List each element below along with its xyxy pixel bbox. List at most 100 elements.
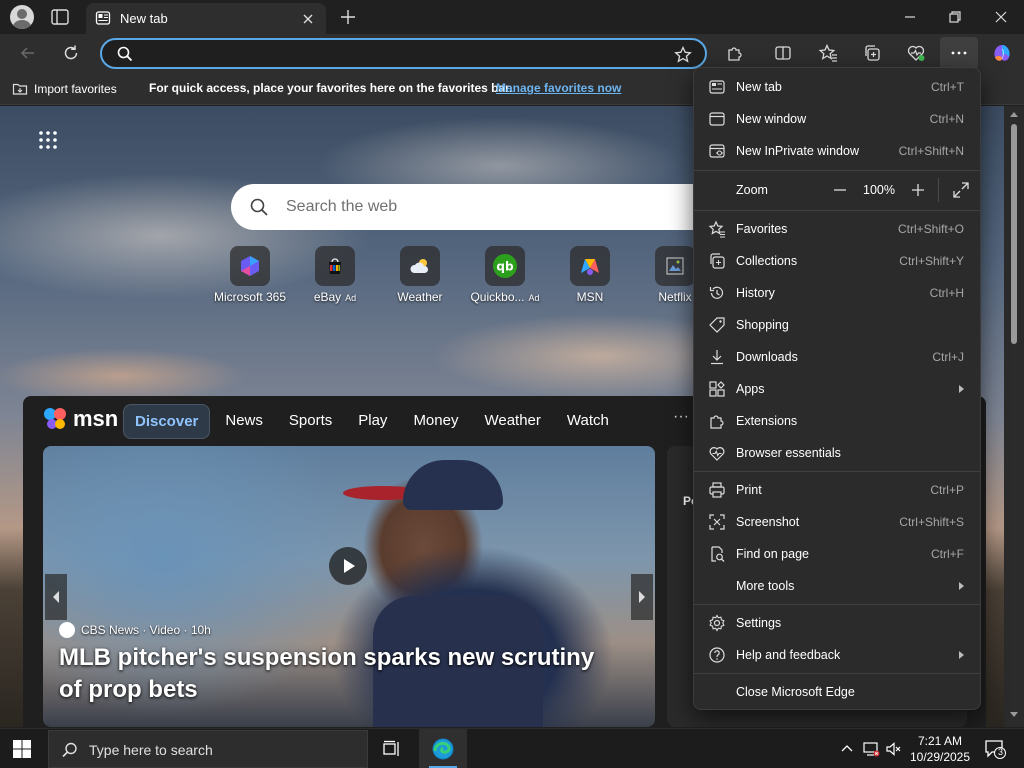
- tab-actions-icon[interactable]: [50, 8, 70, 26]
- scroll-up-arrow-icon[interactable]: [1010, 112, 1018, 117]
- msn-nav-money[interactable]: Money: [402, 404, 469, 439]
- restore-icon[interactable]: [946, 8, 964, 26]
- msn-nav: Discover News Sports Play Money Weather …: [123, 404, 620, 439]
- menu-item-print[interactable]: Print Ctrl+P: [698, 474, 976, 506]
- menu-separator: [694, 604, 980, 605]
- menu-item-more-tools[interactable]: More tools: [698, 570, 976, 602]
- copilot-icon[interactable]: [990, 41, 1014, 65]
- volume-muted-icon[interactable]: [884, 740, 902, 758]
- scroll-thumb[interactable]: [1011, 124, 1017, 344]
- menu-item-collections[interactable]: Collections Ctrl+Shift+Y: [698, 245, 976, 277]
- hero-image-cap: [403, 460, 503, 510]
- carousel-prev-button[interactable]: [45, 574, 67, 620]
- zoom-in-plus-icon[interactable]: [908, 180, 928, 200]
- scroll-down-arrow-icon[interactable]: [1010, 712, 1018, 717]
- menu-item-new-tab[interactable]: New tab Ctrl+T: [698, 71, 976, 103]
- tile-label: Microsoft 365: [213, 290, 287, 304]
- refresh-icon[interactable]: [61, 43, 81, 63]
- quick-link-microsoft-365[interactable]: Microsoft 365: [205, 246, 295, 304]
- notifications-icon[interactable]: 3: [984, 739, 1006, 759]
- apps-icon: [709, 381, 725, 397]
- find-on-page-icon: [711, 546, 725, 562]
- windows-start-icon[interactable]: [12, 739, 32, 759]
- msn-icon: [570, 246, 610, 286]
- menu-item-downloads[interactable]: Downloads Ctrl+J: [698, 341, 976, 373]
- close-window-icon[interactable]: [992, 8, 1010, 26]
- history-icon: [709, 286, 724, 299]
- story-headline[interactable]: MLB pitcher's suspension sparks new scru…: [59, 642, 619, 706]
- show-hidden-icons-chevron-up-icon[interactable]: [838, 740, 856, 758]
- carousel-next-button[interactable]: [631, 574, 653, 620]
- import-favorites-label: Import favorites: [34, 82, 117, 96]
- video-play-button[interactable]: [329, 547, 367, 585]
- menu-item-find-on-page[interactable]: Find on page Ctrl+F: [698, 538, 976, 570]
- network-icon[interactable]: [862, 740, 880, 758]
- taskbar-search-box[interactable]: Type here to search: [48, 730, 368, 768]
- tab-new-tab[interactable]: New tab: [86, 3, 326, 34]
- menu-item-label: New window: [736, 112, 807, 126]
- quick-link-quickbooks[interactable]: qb Quickbo... Ad: [460, 246, 550, 304]
- back-arrow-icon[interactable]: [18, 43, 38, 63]
- menu-item-settings[interactable]: Settings: [698, 607, 976, 639]
- msn-nav-play[interactable]: Play: [347, 404, 398, 439]
- extensions-puzzle-icon[interactable]: [725, 43, 745, 63]
- address-input[interactable]: [142, 43, 662, 65]
- menu-item-screenshot[interactable]: Screenshot Ctrl+Shift+S: [698, 506, 976, 538]
- task-view-icon[interactable]: [381, 739, 401, 759]
- msn-logo[interactable]: msn: [43, 406, 118, 432]
- settings-and-more-button[interactable]: [940, 37, 978, 69]
- manage-favorites-link[interactable]: Manage favorites now: [496, 81, 621, 95]
- hero-story-card[interactable]: CBS News · Video · 10h MLB pitcher's sus…: [43, 446, 655, 727]
- quick-link-msn[interactable]: MSN: [545, 246, 635, 304]
- page-scrollbar[interactable]: [1004, 106, 1024, 727]
- menu-item-new-inprivate-window[interactable]: New InPrivate window Ctrl+Shift+N: [698, 135, 976, 167]
- msn-nav-sports[interactable]: Sports: [278, 404, 343, 439]
- minimize-icon[interactable]: [901, 8, 919, 26]
- quickbooks-icon: qb: [485, 246, 525, 286]
- browser-essentials-icon[interactable]: [906, 43, 926, 63]
- tile-label: Netflix: [658, 290, 692, 304]
- menu-item-help-and-feedback[interactable]: Help and feedback: [698, 639, 976, 671]
- msn-more-icon[interactable]: ···: [673, 408, 689, 426]
- zoom-out-minus-icon[interactable]: [830, 180, 850, 200]
- menu-item-label: Close Microsoft Edge: [736, 685, 855, 699]
- msn-nav-weather[interactable]: Weather: [473, 404, 551, 439]
- quick-link-weather[interactable]: Weather: [375, 246, 465, 304]
- quick-link-ebay[interactable]: eBay Ad: [290, 246, 380, 304]
- app-launcher-grid-icon[interactable]: [38, 130, 58, 150]
- collections-icon[interactable]: [862, 43, 882, 63]
- msn-nav-discover[interactable]: Discover: [123, 404, 211, 439]
- menu-item-label: Browser essentials: [736, 446, 841, 460]
- menu-item-label: Find on page: [736, 547, 809, 561]
- menu-item-shopping[interactable]: Shopping: [698, 309, 976, 341]
- menu-item-new-window[interactable]: New window Ctrl+N: [698, 103, 976, 135]
- submenu-arrow-icon: [959, 651, 964, 659]
- menu-item-browser-essentials[interactable]: Browser essentials: [698, 437, 976, 469]
- taskbar: Type here to search 7:21 AM 10/29/2025 3: [0, 728, 1024, 768]
- menu-item-apps[interactable]: Apps: [698, 373, 976, 405]
- menu-item-close-microsoft-edge[interactable]: Close Microsoft Edge: [698, 676, 976, 708]
- search-icon: [116, 45, 134, 63]
- msn-nav-watch[interactable]: Watch: [556, 404, 620, 439]
- tile-label: Quickbo...: [470, 290, 525, 304]
- system-clock[interactable]: 7:21 AM 10/29/2025: [905, 733, 975, 765]
- close-tab-icon[interactable]: [300, 11, 316, 27]
- import-favorites-button[interactable]: Import favorites: [12, 80, 117, 98]
- favorites-icon[interactable]: [818, 43, 838, 63]
- menu-item-extensions[interactable]: Extensions: [698, 405, 976, 437]
- split-screen-icon[interactable]: [773, 43, 793, 63]
- msn-nav-news[interactable]: News: [214, 404, 274, 439]
- menu-item-favorites[interactable]: Favorites Ctrl+Shift+O: [698, 213, 976, 245]
- menu-item-history[interactable]: History Ctrl+H: [698, 277, 976, 309]
- add-favorite-star-icon[interactable]: [673, 45, 693, 65]
- svg-text:qb: qb: [496, 260, 514, 274]
- story-source-text: CBS News · Video · 10h: [81, 623, 211, 637]
- taskbar-edge-button[interactable]: [419, 729, 467, 768]
- menu-item-label: Apps: [736, 382, 765, 396]
- profile-avatar[interactable]: [10, 5, 34, 29]
- menu-item-label: New InPrivate window: [736, 144, 859, 158]
- new-tab-plus-icon[interactable]: [338, 7, 358, 27]
- new-window-icon: [709, 112, 725, 126]
- fullscreen-icon[interactable]: [952, 181, 970, 199]
- address-bar[interactable]: [100, 38, 707, 69]
